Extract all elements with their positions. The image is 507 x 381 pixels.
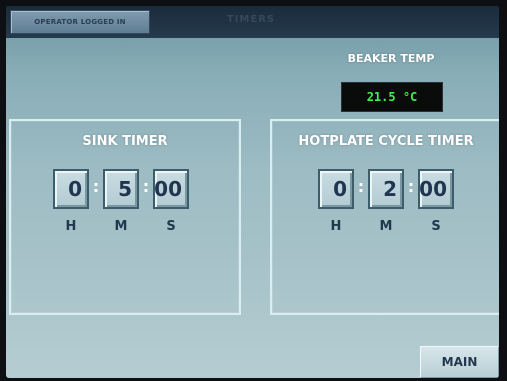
sink-seconds-unit: S <box>166 219 176 234</box>
sink-minutes-unit: M <box>114 219 128 234</box>
sink-minutes-field[interactable]: 5 <box>103 169 139 209</box>
beaker-temp-label: BEAKER TEMP <box>347 52 435 65</box>
sink-timer-box: SINK TIMER 0 : 5 : 00 H M S <box>9 119 241 315</box>
operator-logged-in-button[interactable]: OPERATOR LOGGED IN <box>10 10 150 34</box>
hotplate-timer-title: HOTPLATE CYCLE TIMER <box>298 134 474 149</box>
main-button[interactable]: MAIN <box>420 346 499 378</box>
hotplate-colon-1: : <box>357 177 365 196</box>
hotplate-timer-fields: 0 : 2 : 00 <box>272 169 499 213</box>
sink-seconds-field[interactable]: 00 <box>153 169 189 209</box>
sink-timer-title: SINK TIMER <box>82 134 168 149</box>
hotplate-hours-unit: H <box>330 219 342 234</box>
sink-colon-1: : <box>92 177 100 196</box>
header-bar: OPERATOR LOGGED IN TIMERS <box>6 6 499 38</box>
sink-colon-2: : <box>142 177 150 196</box>
hmi-screen: OPERATOR LOGGED IN TIMERS BEAKER TEMP 21… <box>0 0 507 381</box>
hotplate-minutes-field[interactable]: 2 <box>368 169 404 209</box>
timers-panel: OPERATOR LOGGED IN TIMERS BEAKER TEMP 21… <box>6 6 499 378</box>
sink-timer-fields: 0 : 5 : 00 <box>11 169 239 213</box>
page-title: TIMERS <box>226 14 276 25</box>
beaker-temp-display: 21.5 °C <box>341 82 443 112</box>
hotplate-seconds-field[interactable]: 00 <box>418 169 454 209</box>
sink-hours-field[interactable]: 0 <box>53 169 89 209</box>
hotplate-hours-field[interactable]: 0 <box>318 169 354 209</box>
hotplate-minutes-unit: M <box>379 219 393 234</box>
hotplate-seconds-unit: S <box>431 219 441 234</box>
hotplate-timer-box: HOTPLATE CYCLE TIMER 0 : 2 : 00 H M S <box>270 119 499 315</box>
hotplate-colon-2: : <box>407 177 415 196</box>
sink-hours-unit: H <box>65 219 77 234</box>
